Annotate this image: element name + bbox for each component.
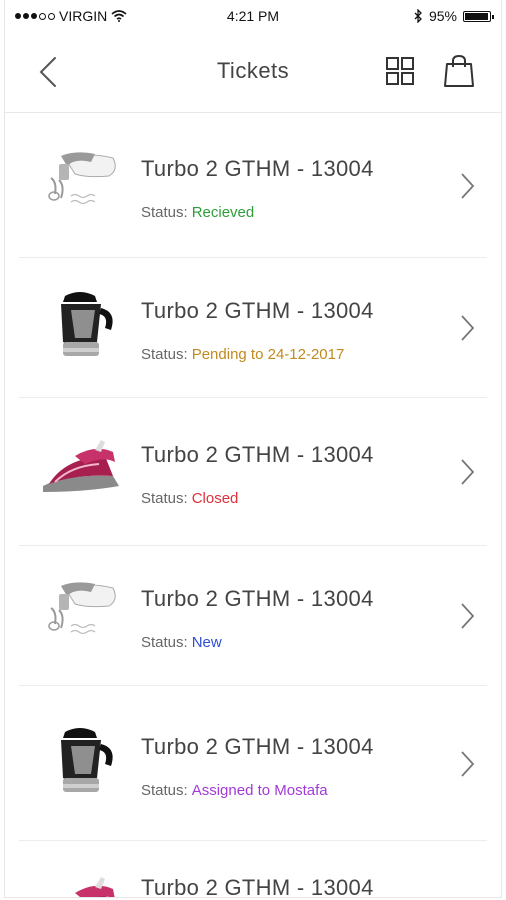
page-title: Tickets	[216, 58, 290, 83]
steam-iron-icon	[35, 871, 125, 897]
ticket-row[interactable]: Turbo 2 GTHM - 13004 Status: Closed	[19, 398, 487, 546]
status-value: Closed	[191, 490, 239, 507]
navigation-bar: Tickets	[5, 32, 501, 113]
ticket-row[interactable]: Turbo 2 GTHM - 13004 Status: Assigned to M…	[19, 686, 487, 841]
ticket-title: Turbo 2 GTHM - 13004	[141, 155, 374, 181]
chevron-right-icon[interactable]	[459, 314, 475, 342]
shopping-bag-icon[interactable]	[443, 54, 475, 88]
ticket-status: Status: Assigned to Mostafa	[141, 782, 328, 799]
citrus-juicer-icon	[35, 726, 125, 796]
hand-mixer-icon	[35, 148, 125, 218]
ticket-status: Status: Pending to 24-12-2017	[141, 346, 344, 363]
ticket-title: Turbo 2 GTHM - 13004	[141, 586, 374, 611]
grid-view-icon[interactable]	[385, 56, 415, 86]
status-value: Pending to 24-12-2017	[191, 346, 345, 363]
battery-percent: 95%	[428, 8, 457, 24]
status-label: Status:	[141, 634, 188, 651]
chevron-right-icon[interactable]	[459, 602, 475, 630]
status-label: Status:	[141, 203, 188, 221]
status-label: Status:	[141, 490, 188, 507]
ticket-title: Turbo 2 GTHM - 13004	[141, 298, 374, 323]
status-value: Recieved	[191, 203, 255, 221]
status-label: Status:	[141, 346, 188, 363]
status-value: Assigned to Mostafa	[191, 781, 328, 799]
ticket-title: Turbo 2 GTHM - 13004	[141, 875, 374, 898]
ticket-status: Status: Recieved	[141, 204, 254, 221]
ticket-status: Status: Closed	[141, 490, 238, 507]
chevron-right-icon[interactable]	[459, 458, 475, 486]
ticket-row[interactable]: Turbo 2 GTHM - 13004 Status: Recieved	[19, 113, 487, 258]
ticket-row[interactable]: Turbo 2 GTHM - 13004 Status: Pending to 24…	[19, 258, 487, 398]
status-label: Status:	[141, 781, 188, 799]
chevron-right-icon[interactable]	[459, 750, 475, 778]
battery-indicator: 95%	[413, 8, 494, 24]
status-bar: VIRGIN 4:21 PM 95%	[5, 0, 501, 32]
bluetooth-icon	[414, 9, 422, 23]
citrus-juicer-icon	[35, 290, 125, 360]
ticket-title: Turbo 2 GTHM - 13004	[141, 442, 374, 467]
ticket-status: Status: New	[141, 634, 222, 651]
battery-icon	[463, 10, 494, 22]
steam-iron-icon	[35, 434, 125, 504]
chevron-right-icon[interactable]	[459, 172, 475, 200]
ticket-title: Turbo 2 GTHM - 13004	[141, 733, 374, 759]
ticket-row[interactable]: Turbo 2 GTHM - 13004	[19, 841, 487, 898]
ticket-row[interactable]: Turbo 2 GTHM - 13004 Status: New	[19, 546, 487, 686]
hand-mixer-icon	[35, 578, 125, 648]
tickets-list: Turbo 2 GTHM - 13004 Status: Recieved Turb…	[5, 113, 501, 898]
app-frame: VIRGIN 4:21 PM 95% Tickets Turbo 2 GTHM …	[4, 0, 502, 898]
status-value: New	[191, 634, 222, 651]
